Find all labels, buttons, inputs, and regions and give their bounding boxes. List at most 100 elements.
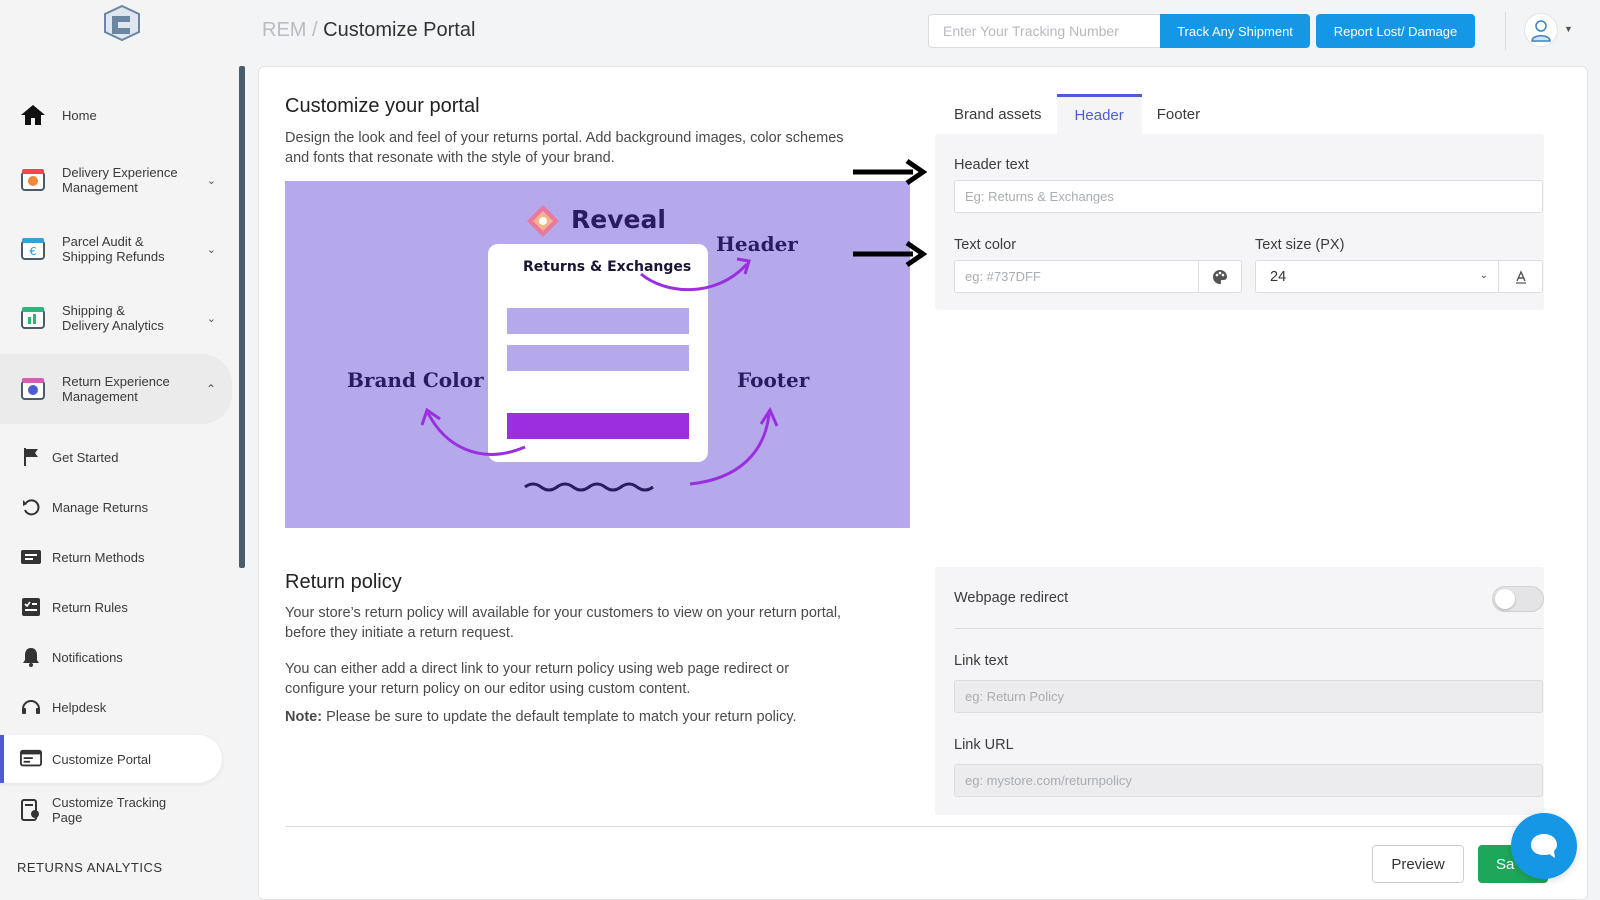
sidebar-item-helpdesk[interactable]: Helpdesk xyxy=(0,683,222,731)
sidebar-item-label: Get Started xyxy=(52,449,119,465)
illustration-brand-text: Reveal xyxy=(571,205,666,234)
sidebar-item-return-experience[interactable]: Return Experience Management ⌃ xyxy=(0,354,232,424)
tab-header[interactable]: Header xyxy=(1056,94,1142,134)
link-url-label: Link URL xyxy=(954,737,1014,753)
sidebar-item-label: Customize Portal xyxy=(52,751,151,767)
sidebar-item-return-rules[interactable]: Return Rules xyxy=(0,583,222,631)
sidebar-item-manage-returns[interactable]: Manage Returns xyxy=(0,483,222,531)
user-icon xyxy=(1531,20,1551,42)
sidebar-item-customize-tracking[interactable]: Customize Tracking Page xyxy=(0,790,222,830)
label-line-1: Parcel Audit & xyxy=(62,234,144,249)
text-color-label: Text color xyxy=(954,237,1017,253)
color-picker-button[interactable] xyxy=(1198,260,1242,293)
chevron-down-icon: ⌄ xyxy=(206,174,216,187)
label-line-1: Shipping & xyxy=(62,303,125,318)
header-text-label: Header text xyxy=(954,157,1029,173)
arrow-right-icon xyxy=(853,240,927,268)
chat-widget-button[interactable] xyxy=(1511,813,1577,879)
sidebar-item-shipping-analytics[interactable]: Shipping & Delivery Analytics ⌄ xyxy=(0,298,232,338)
sidebar: Home Delivery Experience Management ⌄ € P… xyxy=(0,0,245,900)
text-color-input[interactable] xyxy=(954,260,1199,293)
footer-divider xyxy=(285,826,1553,827)
bell-icon xyxy=(20,646,42,668)
tab-footer[interactable]: Footer xyxy=(1142,94,1215,134)
app-logo[interactable] xyxy=(102,4,142,42)
palette-icon xyxy=(1213,269,1227,284)
portal-icon xyxy=(20,748,42,770)
sidebar-item-delivery-experience[interactable]: Delivery Experience Management ⌄ xyxy=(0,160,232,200)
sidebar-item-label: Return Rules xyxy=(52,599,128,615)
caret-down-icon[interactable]: ▼ xyxy=(1564,24,1573,34)
sidebar-scrollbar[interactable] xyxy=(239,66,245,568)
portal-description: Design the look and feel of your returns… xyxy=(285,128,844,168)
portal-illustration: Reveal Returns & Exchanges Header Brand … xyxy=(285,181,910,528)
return-policy-options: You can either add a direct link to your… xyxy=(285,659,789,699)
tab-brand-assets[interactable]: Brand assets xyxy=(939,94,1057,134)
panel-divider xyxy=(954,628,1543,629)
sidebar-item-label: Shipping & Delivery Analytics xyxy=(62,303,164,333)
sidebar-item-home[interactable]: Home xyxy=(0,97,232,133)
chevron-down-icon: ⌄ xyxy=(206,312,216,325)
headset-icon xyxy=(20,696,42,718)
text-size-select[interactable]: 24 ⌄ xyxy=(1255,260,1499,293)
sidebar-item-notifications[interactable]: Notifications xyxy=(0,633,222,681)
sidebar-item-label: Return Methods xyxy=(52,549,145,565)
home-icon xyxy=(18,100,48,130)
arrow-right-icon xyxy=(853,158,927,186)
breadcrumb-root[interactable]: REM xyxy=(262,19,306,41)
parcel-audit-icon: € xyxy=(18,234,48,264)
return-policy-title: Return policy xyxy=(285,571,402,593)
sidebar-item-customize-portal[interactable]: Customize Portal xyxy=(0,735,222,783)
return-methods-icon xyxy=(20,546,42,568)
label-line-2: Delivery Analytics xyxy=(62,318,164,333)
policy-line: before they initiate a return request. xyxy=(285,625,514,641)
text-size-value: 24 xyxy=(1270,268,1287,285)
sidebar-item-label: Return Experience Management xyxy=(62,374,170,404)
page-title: Customize Portal xyxy=(323,19,476,41)
label-line-2: Shipping Refunds xyxy=(62,249,165,264)
undo-icon xyxy=(20,496,42,518)
description-line-1: Design the look and feel of your returns… xyxy=(285,130,844,146)
delivery-icon xyxy=(18,165,48,195)
sidebar-item-label: Notifications xyxy=(52,649,123,665)
illustration-brand-color-label: Brand Color xyxy=(347,368,484,392)
sidebar-item-parcel-audit[interactable]: € Parcel Audit & Shipping Refunds ⌄ xyxy=(0,229,232,269)
chat-bubble-icon xyxy=(1531,834,1557,858)
sidebar-item-label: Home xyxy=(62,107,97,123)
label-line-1: Delivery Experience xyxy=(62,165,178,180)
squiggle xyxy=(524,482,654,492)
topbar: REM / Customize Portal Track Any Shipmen… xyxy=(248,0,1600,62)
sidebar-item-label: Customize Tracking Page xyxy=(52,795,166,825)
report-lost-damage-button[interactable]: Report Lost/ Damage xyxy=(1316,14,1475,48)
illustration-bar xyxy=(507,345,689,371)
link-url-input[interactable] xyxy=(954,764,1543,797)
sidebar-item-return-methods[interactable]: Return Methods xyxy=(0,533,222,581)
link-text-input[interactable] xyxy=(954,680,1543,713)
font-size-addon xyxy=(1498,260,1543,293)
sidebar-item-get-started[interactable]: Get Started xyxy=(0,433,222,481)
sidebar-item-label: Parcel Audit & Shipping Refunds xyxy=(62,234,165,264)
illustration-card-title: Returns & Exchanges xyxy=(523,259,692,275)
note-label: Note: xyxy=(285,709,323,725)
webpage-redirect-label: Webpage redirect xyxy=(954,590,1069,606)
font-size-icon xyxy=(1515,269,1526,284)
webpage-redirect-toggle[interactable] xyxy=(1492,586,1544,612)
avatar[interactable] xyxy=(1524,13,1558,47)
illustration-bar xyxy=(507,308,689,334)
header-text-input[interactable] xyxy=(954,180,1543,213)
checklist-icon xyxy=(20,596,42,618)
track-shipment-button[interactable]: Track Any Shipment xyxy=(1160,14,1310,48)
illustration-bar xyxy=(507,413,689,439)
preview-button[interactable]: Preview xyxy=(1372,845,1464,883)
text-size-label: Text size (PX) xyxy=(1255,237,1345,253)
chevron-up-icon: ⌃ xyxy=(205,382,216,396)
policy-line: You can either add a direct link to your… xyxy=(285,661,790,677)
chevron-down-icon: ⌄ xyxy=(206,243,216,256)
tracking-number-input[interactable] xyxy=(928,14,1160,48)
sidebar-item-label: Manage Returns xyxy=(52,499,149,515)
portal-tabs: Brand assets Header Footer xyxy=(939,94,1215,134)
breadcrumb-separator: / xyxy=(312,19,318,41)
policy-line: configure your return policy on our edit… xyxy=(285,681,691,697)
return-policy-description: Your store’s return policy will availabl… xyxy=(285,603,841,643)
label-line-1: Return Experience xyxy=(62,374,170,389)
